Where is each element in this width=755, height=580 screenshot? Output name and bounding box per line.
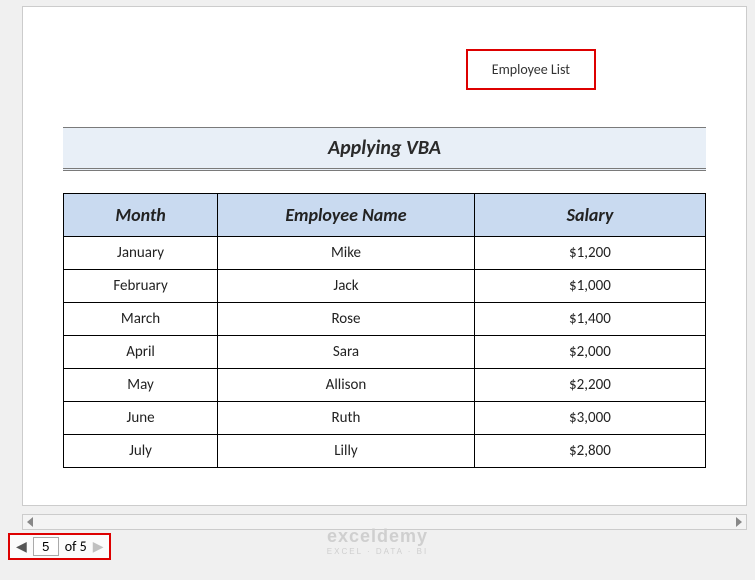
cell-salary: $1,000 bbox=[474, 270, 705, 303]
cell-salary: $2,800 bbox=[474, 435, 705, 468]
cell-name: Rose bbox=[218, 303, 475, 336]
page-navigation: ◀ of 5 ▶ bbox=[8, 533, 111, 560]
cell-name: Allison bbox=[218, 369, 475, 402]
cell-salary: $1,200 bbox=[474, 237, 705, 270]
cell-month: June bbox=[64, 402, 218, 435]
cell-salary: $1,400 bbox=[474, 303, 705, 336]
table-row: July Lilly $2,800 bbox=[64, 435, 706, 468]
table-row: May Allison $2,200 bbox=[64, 369, 706, 402]
cell-salary: $2,000 bbox=[474, 336, 705, 369]
cell-name: Ruth bbox=[218, 402, 475, 435]
cell-month: April bbox=[64, 336, 218, 369]
table-row: February Jack $1,000 bbox=[64, 270, 706, 303]
table-row: January Mike $1,200 bbox=[64, 237, 706, 270]
table-row: April Sara $2,000 bbox=[64, 336, 706, 369]
cell-name: Sara bbox=[218, 336, 475, 369]
cell-name: Lilly bbox=[218, 435, 475, 468]
cell-month: February bbox=[64, 270, 218, 303]
cell-month: January bbox=[64, 237, 218, 270]
table-header-row: Month Employee Name Salary bbox=[64, 194, 706, 237]
watermark-sub: EXCEL · DATA · BI bbox=[327, 547, 428, 556]
cell-salary: $3,000 bbox=[474, 402, 705, 435]
cell-month: March bbox=[64, 303, 218, 336]
watermark: exceldemy EXCEL · DATA · BI bbox=[327, 526, 428, 556]
col-header-name: Employee Name bbox=[218, 194, 475, 237]
current-page-input[interactable] bbox=[33, 537, 59, 556]
col-header-month: Month bbox=[64, 194, 218, 237]
watermark-main: exceldemy bbox=[327, 526, 428, 547]
table-row: June Ruth $3,000 bbox=[64, 402, 706, 435]
section-title: Applying VBA bbox=[63, 127, 706, 171]
cell-name: Jack bbox=[218, 270, 475, 303]
table-body: January Mike $1,200 February Jack $1,000… bbox=[64, 237, 706, 468]
cell-month: July bbox=[64, 435, 218, 468]
page-total-label: of 5 bbox=[65, 538, 87, 555]
cell-salary: $2,200 bbox=[474, 369, 705, 402]
employee-table: Month Employee Name Salary January Mike … bbox=[63, 193, 706, 468]
cell-month: May bbox=[64, 369, 218, 402]
prev-page-icon[interactable]: ◀ bbox=[16, 538, 27, 555]
page-header-text: Employee List bbox=[466, 49, 596, 90]
print-preview-page: Employee List Applying VBA Month Employe… bbox=[22, 6, 747, 506]
table-row: March Rose $1,400 bbox=[64, 303, 706, 336]
cell-name: Mike bbox=[218, 237, 475, 270]
col-header-salary: Salary bbox=[474, 194, 705, 237]
next-page-icon[interactable]: ▶ bbox=[93, 538, 104, 555]
